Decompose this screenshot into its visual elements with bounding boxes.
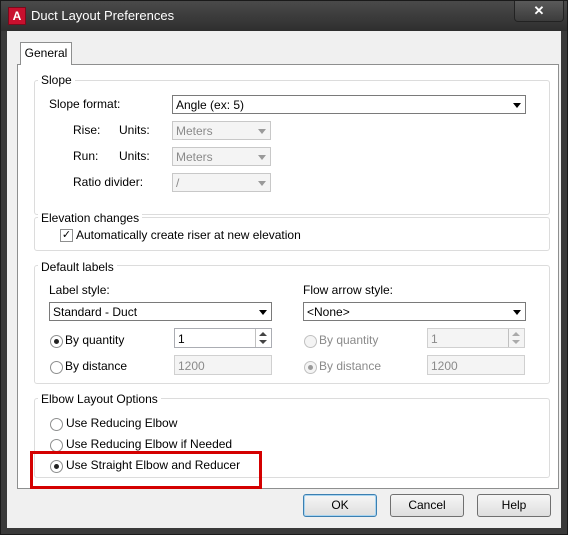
label-style-select[interactable]: Standard - Duct: [49, 302, 272, 321]
quantity-value: 1: [178, 332, 185, 346]
close-button[interactable]: ✕: [514, 1, 564, 22]
title-bar[interactable]: A Duct Layout Preferences ✕: [1, 1, 567, 31]
slope-format-select[interactable]: Angle (ex: 5): [172, 95, 526, 114]
quantity-stepper[interactable]: 1: [174, 328, 272, 348]
help-button[interactable]: Help: [477, 494, 551, 517]
default-labels-group-label: Default labels: [38, 260, 117, 274]
run-units-label: Units:: [119, 149, 150, 163]
auto-riser-label: Automatically create riser at new elevat…: [76, 228, 301, 242]
by-distance-radio[interactable]: [50, 361, 63, 374]
tab-general[interactable]: General: [20, 42, 72, 65]
spinner-icon[interactable]: [508, 329, 524, 347]
by-quantity-radio[interactable]: [50, 335, 63, 348]
run-label: Run:: [73, 149, 99, 163]
rise-units-select[interactable]: Meters: [172, 121, 271, 140]
rise-label: Rise:: [73, 123, 101, 137]
slope-format-label: Slope format:: [49, 97, 121, 111]
chevron-down-icon: [258, 129, 266, 134]
slope-group-label: Slope: [38, 73, 75, 87]
rise-units-label: Units:: [119, 123, 150, 137]
rise-units-value: Meters: [176, 124, 213, 138]
reducing-elbow-radio[interactable]: [50, 418, 63, 431]
flow-quantity-stepper[interactable]: 1: [427, 328, 525, 348]
flow-distance-input[interactable]: 1200: [427, 355, 525, 375]
dialog-window: A Duct Layout Preferences ✕ General Slop…: [0, 0, 568, 535]
flow-by-quantity-label: By quantity: [319, 333, 379, 347]
autocad-app-icon: A: [8, 7, 26, 25]
run-units-value: Meters: [176, 150, 213, 164]
ratio-divider-value: /: [176, 176, 180, 190]
tab-panel-general: Slope Slope format: Angle (ex: 5) Rise: …: [17, 64, 559, 489]
distance-input[interactable]: 1200: [174, 355, 272, 375]
ok-button[interactable]: OK: [303, 494, 377, 517]
by-quantity-label: By quantity: [65, 333, 125, 347]
flow-by-distance-radio[interactable]: [304, 361, 317, 374]
label-style-value: Standard - Duct: [53, 305, 138, 319]
slope-format-value: Angle (ex: 5): [176, 98, 245, 112]
reducing-elbow-label: Use Reducing Elbow: [66, 416, 178, 430]
ratio-divider-label: Ratio divider:: [73, 175, 144, 189]
elevation-group-label: Elevation changes: [38, 211, 143, 225]
flow-arrow-style-select[interactable]: <None>: [303, 302, 526, 321]
chevron-down-icon: [513, 103, 521, 108]
label-style-label: Label style:: [49, 283, 110, 297]
chevron-down-icon: [513, 310, 521, 315]
auto-riser-checkbox[interactable]: ✓: [60, 229, 73, 242]
flow-by-distance-label: By distance: [319, 359, 382, 373]
flow-arrow-style-label: Flow arrow style:: [303, 283, 394, 297]
flow-by-quantity-radio[interactable]: [304, 335, 317, 348]
chevron-down-icon: [258, 155, 266, 160]
annotation-highlight-box: [30, 451, 262, 489]
run-units-select[interactable]: Meters: [172, 147, 271, 166]
flow-arrow-style-value: <None>: [307, 305, 350, 319]
flow-quantity-value: 1: [431, 332, 438, 346]
distance-value: 1200: [178, 359, 205, 373]
chevron-down-icon: [258, 181, 266, 186]
elbow-options-group-label: Elbow Layout Options: [38, 392, 161, 406]
window-title: Duct Layout Preferences: [31, 8, 175, 23]
chevron-down-icon: [259, 310, 267, 315]
spinner-icon[interactable]: [255, 329, 271, 347]
flow-distance-value: 1200: [431, 359, 458, 373]
reducing-elbow-if-needed-label: Use Reducing Elbow if Needed: [66, 437, 233, 451]
ratio-divider-select[interactable]: /: [172, 173, 271, 192]
by-distance-label: By distance: [65, 359, 128, 373]
cancel-button[interactable]: Cancel: [390, 494, 464, 517]
